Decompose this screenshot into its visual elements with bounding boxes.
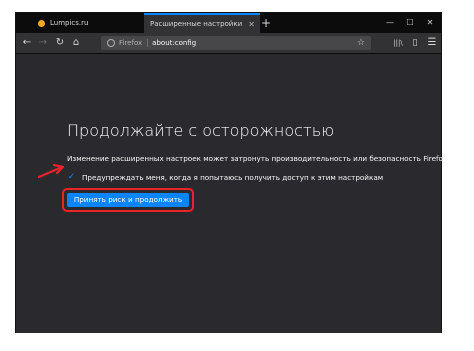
tab-title: Lumpics.ru [50,19,89,27]
sidebar-icon[interactable]: ▯ [408,35,422,51]
library-icon[interactable]: |||\ [391,35,405,51]
tab-close-icon[interactable]: ✕ [248,20,255,29]
page-title: Продолжайте с осторожностью [67,121,335,140]
home-icon[interactable]: ⌂ [69,35,83,51]
url-text[interactable]: about:config [152,39,196,47]
tab-lumpics[interactable]: Lumpics.ru ✕ [28,13,156,33]
tab-title: Расширенные настройки [150,20,243,28]
tab-bar: Lumpics.ru ✕ Расширенные настройки ✕ + —… [16,13,441,33]
highlight-box: Принять риск и продолжить [62,188,194,212]
maximize-button[interactable]: ☐ [400,13,420,33]
accept-risk-button[interactable]: Принять риск и продолжить [67,193,189,207]
browser-window: Lumpics.ru ✕ Расширенные настройки ✕ + —… [15,12,449,333]
close-window-button[interactable]: ✕ [420,13,440,33]
firefox-identity: Firefox [119,39,149,47]
info-icon[interactable] [107,39,115,47]
forward-icon[interactable]: → [36,35,50,51]
new-tab-button[interactable]: + [261,13,271,33]
tab-advanced-settings[interactable]: Расширенные настройки ✕ [144,13,260,33]
navigation-bar: ← → ↻ ⌂ Firefox about:config ☆ |||\ ▯ ☰ [16,33,441,54]
checkbox-checked-icon[interactable]: ✓ [67,173,76,182]
menu-icon[interactable]: ☰ [425,35,439,51]
warning-checkbox-row[interactable]: ✓ Предупреждать меня, когда я попытаюсь … [67,173,383,183]
checkbox-label[interactable]: Предупреждать меня, когда я попытаюсь по… [82,173,383,182]
url-bar[interactable]: Firefox about:config ☆ [101,36,371,50]
favicon-icon [38,19,45,27]
minimize-button[interactable]: — [380,13,400,33]
bookmark-star-icon[interactable]: ☆ [357,38,365,48]
reload-icon[interactable]: ↻ [53,35,67,51]
pointer-arrow-icon [38,164,65,178]
back-icon[interactable]: ← [20,35,34,51]
warning-description: Изменение расширенных настроек может зат… [67,154,450,163]
